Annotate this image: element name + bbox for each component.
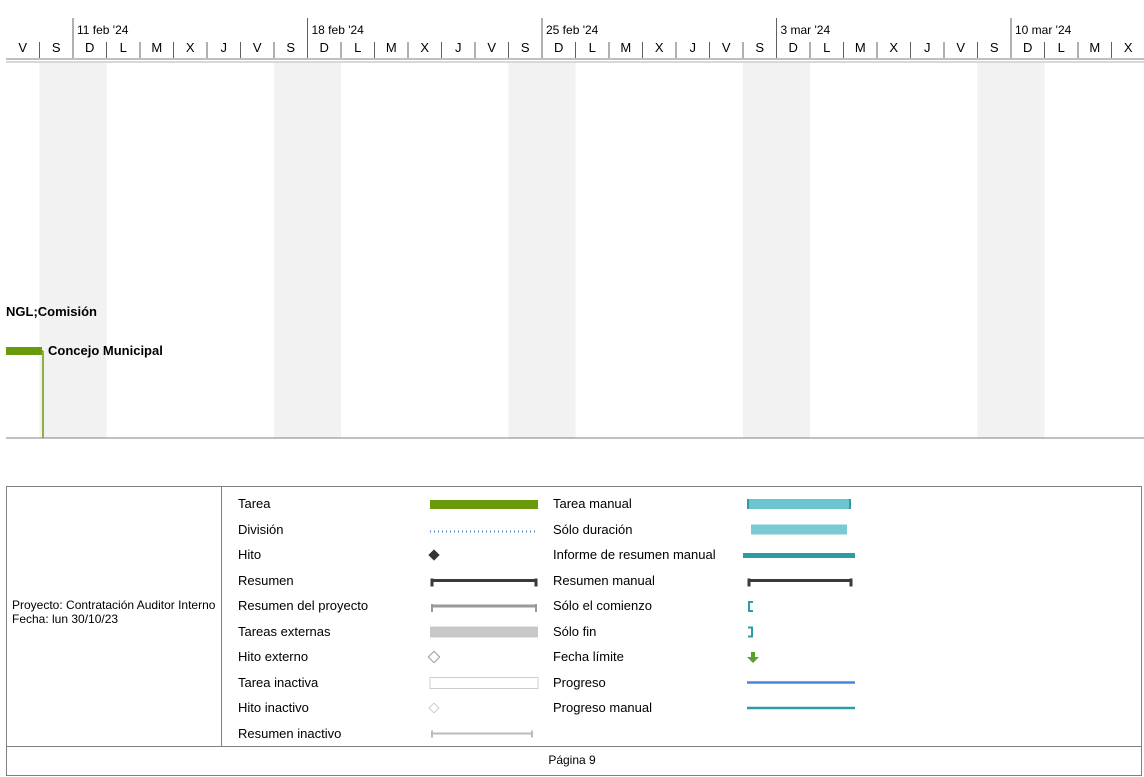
weekend-shading	[39, 63, 1045, 438]
day-label: D	[85, 40, 94, 55]
day-label: D	[554, 40, 563, 55]
day-label: V	[18, 40, 27, 55]
footer-rule	[6, 746, 1142, 747]
legend-label: Tareas externas	[238, 623, 331, 639]
page-number: Página 9	[548, 753, 596, 767]
legend-label: Hito externo	[238, 649, 309, 664]
weekend-column	[776, 63, 810, 438]
day-label: L	[120, 40, 127, 55]
legend-label: Progreso	[553, 674, 606, 690]
day-label: M	[386, 40, 397, 55]
day-label: X	[889, 40, 898, 55]
day-label: D	[320, 40, 329, 55]
weekend-column	[39, 63, 73, 438]
day-label: M	[620, 40, 631, 55]
timescale-week-labels: 11 feb '24 18 feb '24 25 feb '24 3 mar '24 1…	[77, 23, 1072, 37]
task-bar[interactable]	[6, 347, 42, 355]
day-label: S	[286, 40, 295, 55]
weekend-column	[307, 63, 341, 438]
legend-label: Informe de resumen manual	[553, 547, 716, 562]
day-label: X	[1124, 40, 1133, 55]
day-label: M	[151, 40, 162, 55]
day-label: L	[823, 40, 830, 55]
weekend-column	[977, 63, 1011, 438]
day-label: L	[354, 40, 361, 55]
week-label: 11 feb '24	[77, 23, 129, 37]
day-label: X	[655, 40, 664, 55]
day-label: L	[1058, 40, 1065, 55]
day-label: V	[722, 40, 731, 55]
day-label: S	[521, 40, 530, 55]
day-label: J	[221, 40, 228, 55]
legend-label: Resumen	[238, 572, 294, 588]
legend-label: Sólo fin	[553, 623, 597, 639]
legend-label: Resumen inactivo	[238, 725, 342, 741]
legend-label: Tarea inactiva	[238, 674, 319, 690]
weekend-column	[274, 63, 308, 438]
day-label: J	[924, 40, 931, 55]
legend-label: División	[238, 521, 284, 537]
legend-label: Sólo el comienzo	[553, 598, 652, 613]
legend-label: Tarea manual	[553, 496, 632, 511]
day-label: V	[487, 40, 496, 55]
weekend-column	[508, 63, 542, 438]
week-label: 25 feb '24	[546, 23, 599, 37]
day-label: D	[789, 40, 798, 55]
legend-label: Resumen del proyecto	[238, 598, 369, 613]
legend-label: Progreso manual	[553, 700, 652, 715]
task-resource-label: Concejo Municipal	[48, 343, 163, 358]
task-resource-label: NGL;Comisión	[6, 304, 97, 319]
day-label: S	[990, 40, 999, 55]
project-date: Fecha: lun 30/10/23	[12, 612, 119, 626]
day-label: J	[455, 40, 462, 55]
legend-label: Hito	[238, 547, 262, 562]
day-label: X	[420, 40, 429, 55]
week-label: 18 feb '24	[312, 23, 365, 37]
week-label: 10 mar '24	[1015, 23, 1072, 37]
day-label: V	[253, 40, 262, 55]
day-label: X	[186, 40, 195, 55]
legend-label: Sólo duración	[553, 521, 633, 537]
legend-label: Tarea	[238, 496, 271, 511]
day-label: S	[755, 40, 764, 55]
day-label: J	[690, 40, 697, 55]
project-name: Proyecto: Contratación Auditor Interno	[12, 598, 216, 612]
legend-label: Hito inactivo	[238, 700, 309, 715]
weekend-column	[1011, 63, 1045, 438]
week-label: 3 mar '24	[781, 23, 831, 37]
day-label: S	[52, 40, 61, 55]
legend-label: Fecha límite	[553, 649, 624, 664]
day-label: M	[1089, 40, 1100, 55]
weekend-column	[542, 63, 576, 438]
weekend-column	[73, 63, 107, 438]
weekend-column	[743, 63, 777, 438]
legend-divider	[221, 486, 222, 747]
day-label: M	[855, 40, 866, 55]
day-label: D	[1023, 40, 1032, 55]
day-label: L	[589, 40, 596, 55]
day-label: V	[956, 40, 965, 55]
legend-label: Resumen manual	[553, 572, 655, 588]
